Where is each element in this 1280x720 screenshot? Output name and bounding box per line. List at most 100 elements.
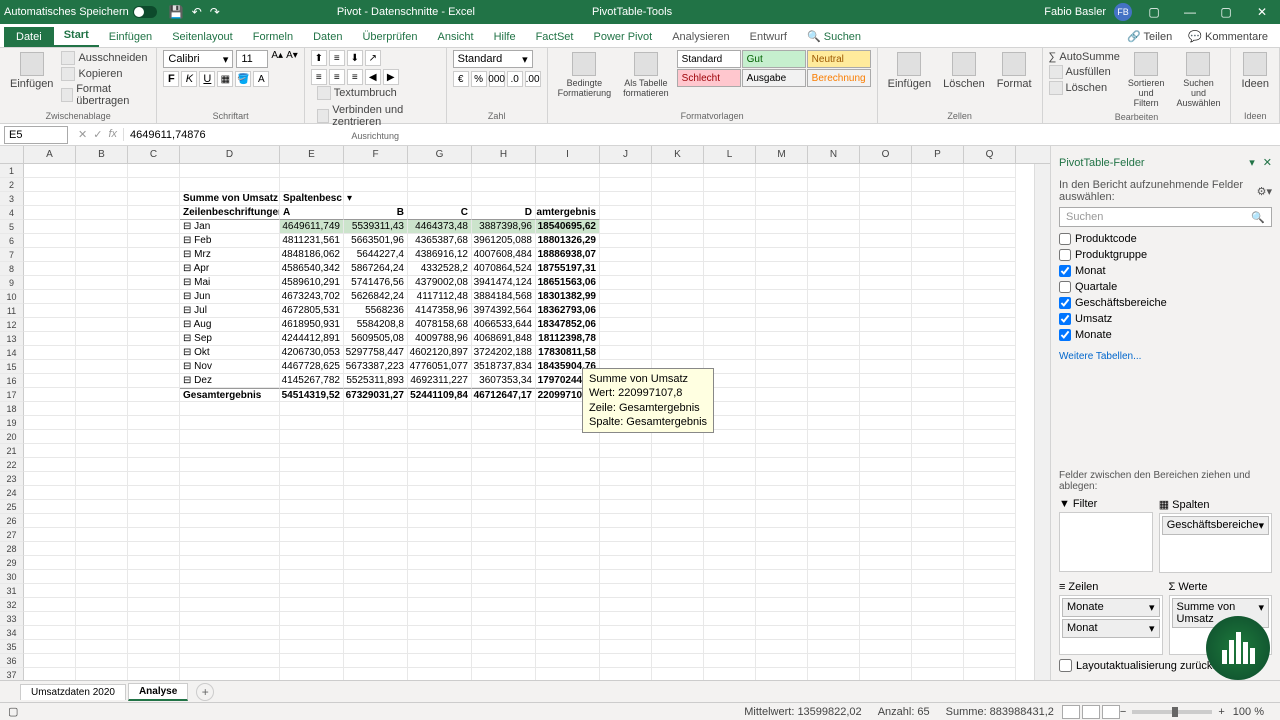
cell[interactable] <box>704 626 756 640</box>
cell[interactable] <box>280 500 344 514</box>
cell[interactable] <box>756 388 808 402</box>
cell[interactable] <box>24 192 76 206</box>
cell[interactable] <box>652 626 704 640</box>
cell[interactable] <box>24 206 76 220</box>
cell[interactable] <box>128 542 180 556</box>
currency-icon[interactable]: € <box>453 71 469 87</box>
cell[interactable]: 5673387,223 <box>344 360 408 374</box>
cell[interactable] <box>756 416 808 430</box>
cell[interactable] <box>128 486 180 500</box>
cell[interactable] <box>756 654 808 668</box>
row-header[interactable]: 30 <box>0 570 24 584</box>
cell[interactable] <box>536 556 600 570</box>
cell[interactable]: 4672805,531 <box>280 304 344 318</box>
cell[interactable] <box>128 402 180 416</box>
cell[interactable] <box>964 500 1016 514</box>
cell[interactable] <box>24 402 76 416</box>
row-header[interactable]: 7 <box>0 248 24 262</box>
cell[interactable] <box>344 178 408 192</box>
row-header[interactable]: 27 <box>0 528 24 542</box>
cell[interactable] <box>180 654 280 668</box>
style-good[interactable]: Gut <box>742 50 806 68</box>
cell[interactable] <box>808 374 860 388</box>
tab-search[interactable]: 🔍 Suchen <box>797 26 871 47</box>
cell[interactable] <box>808 402 860 416</box>
cell[interactable] <box>860 598 912 612</box>
cell[interactable] <box>24 668 76 680</box>
tab-insert[interactable]: Einfügen <box>99 27 162 47</box>
cell[interactable] <box>860 346 912 360</box>
cell[interactable] <box>964 570 1016 584</box>
cell[interactable] <box>344 486 408 500</box>
cell[interactable] <box>280 626 344 640</box>
cell[interactable] <box>756 570 808 584</box>
row-header[interactable]: 19 <box>0 416 24 430</box>
cell[interactable] <box>600 584 652 598</box>
cell[interactable] <box>808 612 860 626</box>
cell[interactable] <box>808 640 860 654</box>
cell[interactable]: 4379002,08 <box>408 276 472 290</box>
fill-color-button[interactable]: 🪣 <box>235 71 251 87</box>
cell[interactable] <box>24 640 76 654</box>
cell[interactable] <box>912 304 964 318</box>
cell[interactable] <box>472 598 536 612</box>
cell[interactable] <box>912 374 964 388</box>
cell[interactable] <box>128 164 180 178</box>
cell[interactable] <box>912 262 964 276</box>
cell[interactable] <box>652 528 704 542</box>
cell[interactable] <box>24 430 76 444</box>
cell[interactable]: 5539311,43 <box>344 220 408 234</box>
cell[interactable] <box>860 402 912 416</box>
cell[interactable] <box>128 640 180 654</box>
cell[interactable] <box>704 458 756 472</box>
cell[interactable] <box>600 220 652 234</box>
cell[interactable] <box>756 444 808 458</box>
cell[interactable] <box>76 542 128 556</box>
cell[interactable] <box>756 626 808 640</box>
column-header[interactable]: H <box>472 146 536 163</box>
row-header[interactable]: 31 <box>0 584 24 598</box>
cell[interactable] <box>964 332 1016 346</box>
cell[interactable] <box>408 458 472 472</box>
thousands-icon[interactable]: 000 <box>489 71 505 87</box>
name-box[interactable]: E5 <box>4 126 68 144</box>
cell[interactable] <box>756 472 808 486</box>
cell[interactable] <box>808 304 860 318</box>
cell[interactable] <box>344 612 408 626</box>
cell[interactable] <box>76 458 128 472</box>
cell[interactable]: ⊟ Sep <box>180 332 280 346</box>
cell[interactable] <box>756 668 808 680</box>
cell[interactable] <box>912 528 964 542</box>
cell[interactable] <box>652 472 704 486</box>
add-sheet-button[interactable]: + <box>196 683 214 701</box>
cell[interactable] <box>964 654 1016 668</box>
cell[interactable] <box>536 514 600 528</box>
cell[interactable] <box>472 612 536 626</box>
cell[interactable] <box>600 164 652 178</box>
cell[interactable] <box>344 570 408 584</box>
cell[interactable] <box>536 668 600 680</box>
sheet-tab-active[interactable]: Analyse <box>128 683 188 701</box>
cell[interactable] <box>704 220 756 234</box>
cell[interactable] <box>964 346 1016 360</box>
cell[interactable] <box>756 402 808 416</box>
align-middle-icon[interactable]: ≡ <box>329 50 345 66</box>
cell[interactable] <box>808 514 860 528</box>
cell[interactable] <box>704 290 756 304</box>
cell[interactable] <box>280 430 344 444</box>
cell[interactable] <box>180 458 280 472</box>
page-layout-icon[interactable] <box>1082 705 1100 719</box>
cell[interactable] <box>472 430 536 444</box>
page-break-icon[interactable] <box>1102 705 1120 719</box>
cell[interactable] <box>964 598 1016 612</box>
border-button[interactable]: ▦ <box>217 71 233 87</box>
cell[interactable] <box>76 402 128 416</box>
gear-icon[interactable]: ⚙▾ <box>1257 185 1272 198</box>
cell[interactable] <box>808 584 860 598</box>
cell[interactable] <box>912 318 964 332</box>
cell[interactable]: 3941474,124 <box>472 276 536 290</box>
cell[interactable]: 4070864,524 <box>472 262 536 276</box>
cell[interactable] <box>652 206 704 220</box>
cell[interactable] <box>860 234 912 248</box>
italic-button[interactable]: K <box>181 71 197 87</box>
